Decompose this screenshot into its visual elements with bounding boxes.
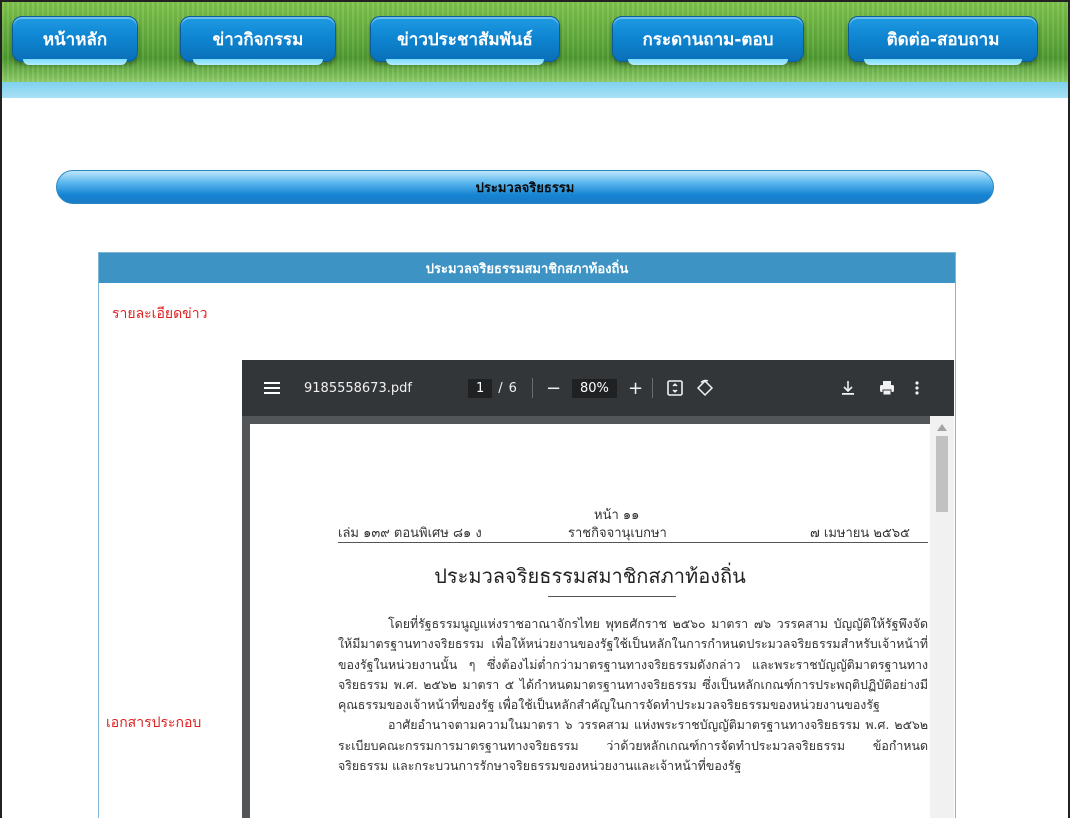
- paragraph: อาศัยอำนาจตามความในมาตรา ๖ วรรคสาม แห่งพ…: [338, 717, 928, 774]
- page-indicator: 1 / 6: [468, 360, 517, 416]
- plus-icon[interactable]: +: [628, 360, 643, 416]
- paragraph: โดยที่รัฐธรรมนูญแห่งราชอาณาจักรไทย พุทธศ…: [338, 616, 928, 713]
- card-header: ประมวลจริยธรรมสมาชิกสภาท้องถิ่น: [99, 253, 955, 283]
- zoom-level[interactable]: 80%: [572, 378, 617, 398]
- nav-qa-board[interactable]: กระดานถาม-ตอบ: [612, 16, 804, 65]
- toolbar-divider: [532, 378, 533, 398]
- card-title: ประมวลจริยธรรมสมาชิกสภาท้องถิ่น: [425, 261, 629, 277]
- gazette-name: ราชกิจจานุเบกษา: [568, 526, 667, 541]
- document-body: โดยที่รัฐธรรมนูญแห่งราชอาณาจักรไทย พุทธศ…: [338, 614, 928, 776]
- title-underline: [548, 596, 676, 597]
- rotate-icon[interactable]: [696, 360, 714, 416]
- download-icon[interactable]: [840, 360, 856, 416]
- fit-page-icon[interactable]: [666, 360, 684, 416]
- gazette-date: ๗ เมษายน ๒๕๖๕: [810, 526, 910, 541]
- page-number-input[interactable]: 1: [468, 378, 493, 398]
- page-separator: /: [498, 380, 503, 396]
- nav-home-label: หน้าหลัก: [42, 29, 108, 50]
- nav-contact-label: ติดต่อ-สอบถาม: [886, 29, 1000, 50]
- print-icon[interactable]: [878, 360, 896, 416]
- scroll-up-icon[interactable]: [937, 424, 947, 431]
- minus-icon[interactable]: −: [546, 360, 561, 416]
- nav-home[interactable]: หน้าหลัก: [12, 16, 138, 65]
- nav-contact[interactable]: ติดต่อ-สอบถาม: [848, 16, 1038, 65]
- pdf-toolbar: 9185558673.pdf 1 / 6 − 80% +: [242, 360, 954, 416]
- pdf-page: หน้า ๑๑ เล่ม ๑๓๙ ตอนพิเศษ ๘๑ ง ราชกิจจาน…: [250, 424, 930, 818]
- document-title: ประมวลจริยธรรมสมาชิกสภาท้องถิ่น: [434, 564, 746, 588]
- more-vert-icon[interactable]: [914, 360, 920, 416]
- pdf-filename: 9185558673.pdf: [304, 380, 412, 396]
- pdf-scrollbar[interactable]: [930, 416, 954, 818]
- section-title-bar: ประมวลจริยธรรม: [56, 170, 994, 204]
- pdf-viewer[interactable]: 9185558673.pdf 1 / 6 − 80% + หน้า ๑๑ เล่: [242, 360, 954, 818]
- total-pages: 6: [508, 380, 517, 396]
- scroll-thumb[interactable]: [936, 436, 948, 512]
- nav-qa-board-label: กระดานถาม-ตอบ: [642, 29, 774, 50]
- attachment-label: เอกสารประกอบ: [106, 715, 202, 731]
- top-banner: หน้าหลัก ข่าวกิจกรรม ข่าวประชาสัมพันธ์ ก…: [2, 2, 1068, 98]
- header-rule: [338, 542, 928, 543]
- toolbar-divider: [652, 378, 653, 398]
- hamburger-icon[interactable]: [264, 360, 280, 416]
- gazette-volume: เล่ม ๑๓๙ ตอนพิเศษ ๘๑ ง: [338, 526, 482, 541]
- nav-pr-news-label: ข่าวประชาสัมพันธ์: [397, 29, 533, 50]
- nav-pr-news[interactable]: ข่าวประชาสัมพันธ์: [370, 16, 560, 65]
- details-label: รายละเอียดข่าว: [112, 306, 208, 322]
- section-title: ประมวลจริยธรรม: [475, 180, 575, 196]
- sky-strip: [2, 82, 1068, 98]
- nav-activity-news-label: ข่าวกิจกรรม: [212, 29, 304, 50]
- nav-activity-news[interactable]: ข่าวกิจกรรม: [180, 16, 336, 65]
